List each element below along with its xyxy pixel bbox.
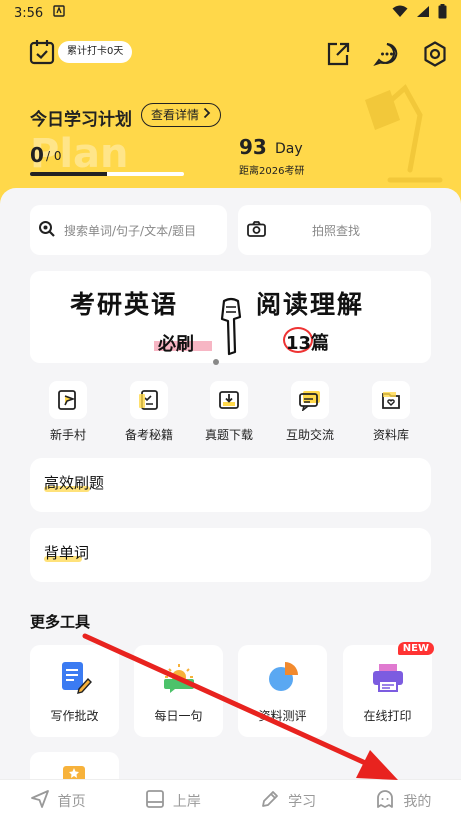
flag-icon <box>49 381 87 419</box>
plan-progress-bar <box>30 172 184 176</box>
tool-online-print[interactable]: NEW 在线打印 <box>343 642 434 737</box>
share-icon[interactable] <box>324 40 352 68</box>
tool-material-assessment[interactable]: 资料测评 <box>238 645 327 737</box>
chat-icon <box>291 381 329 419</box>
checklist-book-icon <box>130 381 168 419</box>
nav-label: 首页 <box>57 793 86 810</box>
quick-link-label: 互助交流 <box>285 428 334 442</box>
status-right <box>392 3 447 23</box>
quick-link-community[interactable]: 互助交流 <box>280 381 340 443</box>
banner-title-right: 阅读理解 <box>256 290 365 319</box>
tool-label: 写作批改 <box>50 709 99 723</box>
desk-lamp-illustration <box>360 80 461 190</box>
camera-icon <box>247 220 266 240</box>
study-plan-title: 今日学习计划 <box>30 110 132 130</box>
signal-icon <box>416 5 430 22</box>
nav-label: 我的 <box>403 793 432 810</box>
settings-gear-icon[interactable] <box>421 40 449 68</box>
ghost-profile-icon <box>375 789 395 813</box>
tool-label: 资料测评 <box>258 709 307 723</box>
promo-banner[interactable]: 考研英语 阅读理解 必刷 13篇 <box>30 271 431 363</box>
banner-pager-dots <box>211 351 251 365</box>
view-details-button[interactable]: 查看详情 <box>141 103 222 127</box>
pie-chart-icon <box>265 659 301 695</box>
nav-home[interactable]: 首页 <box>0 780 115 821</box>
notification-icon <box>53 5 65 21</box>
top-toolbar: 累计打卡0天 <box>0 38 461 70</box>
quick-link-library[interactable]: 资料库 <box>361 381 421 443</box>
countdown-unit: Day <box>275 141 303 157</box>
plan-done-count: 0 <box>30 143 44 167</box>
photo-search-label: 拍照查找 <box>312 223 361 238</box>
more-tools-title: 更多工具 <box>30 613 91 631</box>
banner-subtitle-right: 13篇 <box>286 333 330 354</box>
checkin-badge[interactable]: 累计打卡0天 <box>58 41 133 63</box>
plan-progress-fill <box>30 172 107 176</box>
quick-link-label: 新手村 <box>49 428 86 442</box>
section-title: 高效刷题 <box>44 474 105 492</box>
section-practice-card[interactable]: 高效刷题 <box>30 458 431 512</box>
quick-link-label: 真题下载 <box>204 428 253 442</box>
star-book-icon <box>63 766 85 782</box>
send-icon <box>30 789 50 813</box>
tool-writing-correction[interactable]: 写作批改 <box>30 645 119 737</box>
tool-label: 在线打印 <box>363 709 412 723</box>
calendar-check-icon[interactable] <box>28 38 56 66</box>
wifi-icon <box>392 5 408 22</box>
battery-icon <box>438 3 447 23</box>
nav-study[interactable]: 学习 <box>231 780 346 821</box>
view-details-label: 查看详情 <box>151 107 200 122</box>
status-time: 3:56 <box>14 5 44 21</box>
plan-total-count: / 0 <box>46 149 62 163</box>
quick-link-guide[interactable]: 备考秘籍 <box>119 381 179 443</box>
nav-shore[interactable]: 上岸 <box>115 780 230 821</box>
sunrise-chat-icon <box>161 659 197 695</box>
nav-label: 学习 <box>288 793 317 810</box>
chevron-right-icon <box>203 105 211 126</box>
download-tray-icon <box>210 381 248 419</box>
pen-icon <box>260 789 280 813</box>
folder-heart-icon <box>372 381 410 419</box>
book-icon <box>145 789 165 813</box>
quick-link-download[interactable]: 真题下载 <box>199 381 259 443</box>
banner-subtitle-left: 必刷 <box>158 334 194 355</box>
quick-link-newbie[interactable]: 新手村 <box>38 381 98 443</box>
nav-profile[interactable]: 我的 <box>346 780 461 821</box>
message-icon[interactable] <box>373 40 401 68</box>
quick-link-label: 备考秘籍 <box>124 428 173 442</box>
quick-link-label: 资料库 <box>372 428 409 442</box>
nav-label: 上岸 <box>172 793 201 810</box>
plan-watermark: Plan <box>30 131 129 177</box>
printer-icon <box>370 659 406 695</box>
tool-label: 每日一句 <box>154 709 203 723</box>
countdown-days: 93 <box>239 135 267 159</box>
pointing-hand-icon <box>216 297 246 357</box>
section-title: 背单词 <box>44 544 90 562</box>
new-badge: NEW <box>397 642 434 655</box>
writing-correction-icon <box>57 659 93 695</box>
tool-daily-sentence[interactable]: 每日一句 <box>134 645 223 737</box>
section-vocab-card[interactable]: 背单词 <box>30 528 431 582</box>
status-bar: 3:56 <box>0 0 461 26</box>
countdown-label: 距离2026考研 <box>239 166 305 177</box>
search-placeholder: 搜索单词/句子/文本/题目 <box>64 223 197 238</box>
banner-title-left: 考研英语 <box>70 290 179 319</box>
search-input[interactable]: 搜索单词/句子/文本/题目 <box>30 205 227 255</box>
photo-search-button[interactable]: 拍照查找 <box>238 205 431 255</box>
search-icon <box>38 220 56 241</box>
bottom-navigation: 首页 上岸 学习 我的 <box>0 779 461 821</box>
